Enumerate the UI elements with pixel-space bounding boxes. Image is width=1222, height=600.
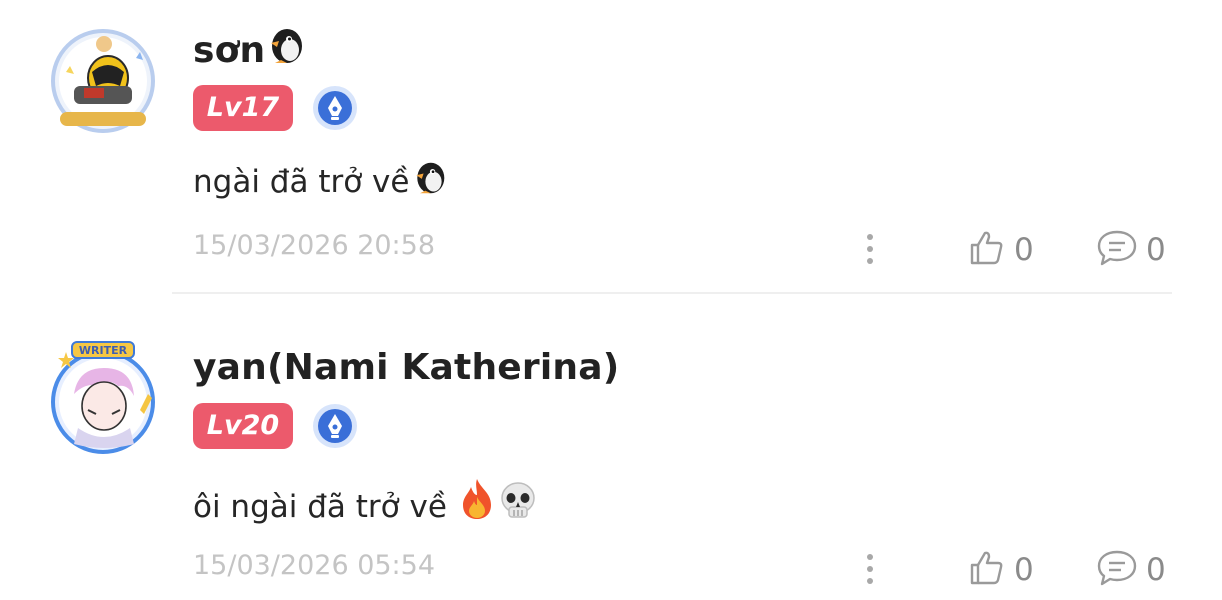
pen-nib-icon	[311, 84, 359, 132]
badge-row: Lv17	[193, 84, 359, 132]
fire-icon	[457, 477, 497, 529]
comment-bubble-icon	[1096, 228, 1138, 272]
comment-meta: 15/03/2026 05:54 0 0	[0, 548, 1222, 588]
skull-icon	[497, 479, 539, 529]
avatar[interactable]: WRITER	[44, 340, 162, 458]
svg-text:WRITER: WRITER	[79, 344, 128, 357]
username[interactable]: sơn	[193, 26, 305, 75]
username[interactable]: yan(Nami Katherina)	[193, 347, 619, 388]
thumbs-up-icon	[966, 228, 1006, 272]
pen-nib-icon	[311, 402, 359, 450]
penguin-icon	[409, 160, 449, 204]
avatar-frame-icon	[51, 29, 155, 133]
penguin-icon	[265, 26, 305, 75]
comment-meta: 15/03/2026 20:58 0 0	[0, 228, 1222, 268]
badge-row: Lv20	[193, 402, 359, 450]
avatar[interactable]	[44, 22, 162, 140]
like-count: 0	[1014, 552, 1034, 588]
comment-item: WRITER yan(Nami Katherina) Lv20 ôi ngài …	[0, 294, 1222, 600]
timestamp: 15/03/2026 05:54	[193, 550, 436, 581]
like-button[interactable]: 0	[966, 228, 1034, 272]
reply-count: 0	[1146, 552, 1166, 588]
like-button[interactable]: 0	[966, 548, 1034, 592]
comment-text: ôi ngài đã trở về	[193, 477, 539, 529]
level-badge: Lv17	[193, 85, 293, 131]
more-vertical-icon[interactable]	[860, 552, 880, 586]
comment-bubble-icon	[1096, 548, 1138, 592]
reply-button[interactable]: 0	[1096, 228, 1166, 272]
like-count: 0	[1014, 232, 1034, 268]
avatar-frame-icon: WRITER	[51, 341, 155, 454]
level-badge: Lv20	[193, 403, 293, 449]
thumbs-up-icon	[966, 548, 1006, 592]
comment-text: ngài đã trở về	[193, 160, 449, 204]
reply-count: 0	[1146, 232, 1166, 268]
more-vertical-icon[interactable]	[860, 232, 880, 266]
comment-item: sơn Lv17 ngài đã trở về 15/03/2026 20:58…	[0, 0, 1222, 294]
timestamp: 15/03/2026 20:58	[193, 230, 436, 261]
reply-button[interactable]: 0	[1096, 548, 1166, 592]
